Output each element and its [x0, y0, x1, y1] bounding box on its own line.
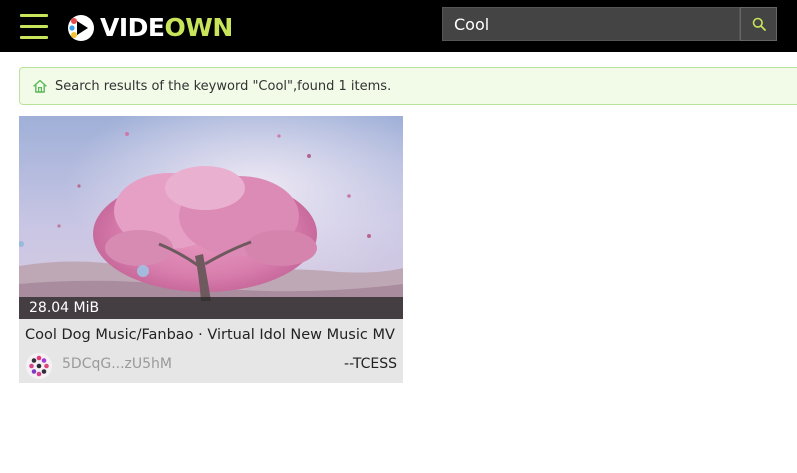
logo-play-icon [68, 15, 94, 41]
video-card[interactable]: 28.04 MiB Cool Dog Music/Fanbao · Virtua… [19, 116, 403, 383]
file-size: 28.04 MiB [29, 300, 100, 316]
hamburger-menu-icon[interactable] [20, 14, 48, 40]
notice-text: Search results of the keyword "Cool",fou… [55, 78, 392, 94]
uploader-avatar[interactable] [26, 353, 52, 379]
search-input[interactable] [442, 7, 740, 41]
video-title[interactable]: Cool Dog Music/Fanbao · Virtual Idol New… [25, 327, 401, 343]
top-navigation-bar: VIDEOWN [0, 0, 797, 52]
search-icon [752, 17, 766, 31]
search-result-notice: Search results of the keyword "Cool",fou… [19, 67, 797, 105]
search-button[interactable] [740, 7, 777, 41]
file-size-bar: 28.04 MiB [19, 297, 403, 319]
logo-wordmark: VIDEOWN [100, 13, 233, 42]
site-logo[interactable]: VIDEOWN [66, 12, 233, 44]
home-icon [33, 79, 47, 93]
thumbnail-image [19, 116, 403, 319]
uploader-name[interactable]: --TCESS [344, 356, 397, 372]
video-thumbnail[interactable]: 28.04 MiB [19, 116, 403, 319]
uploader-address[interactable]: 5DCqG...zU5hM [62, 356, 172, 372]
